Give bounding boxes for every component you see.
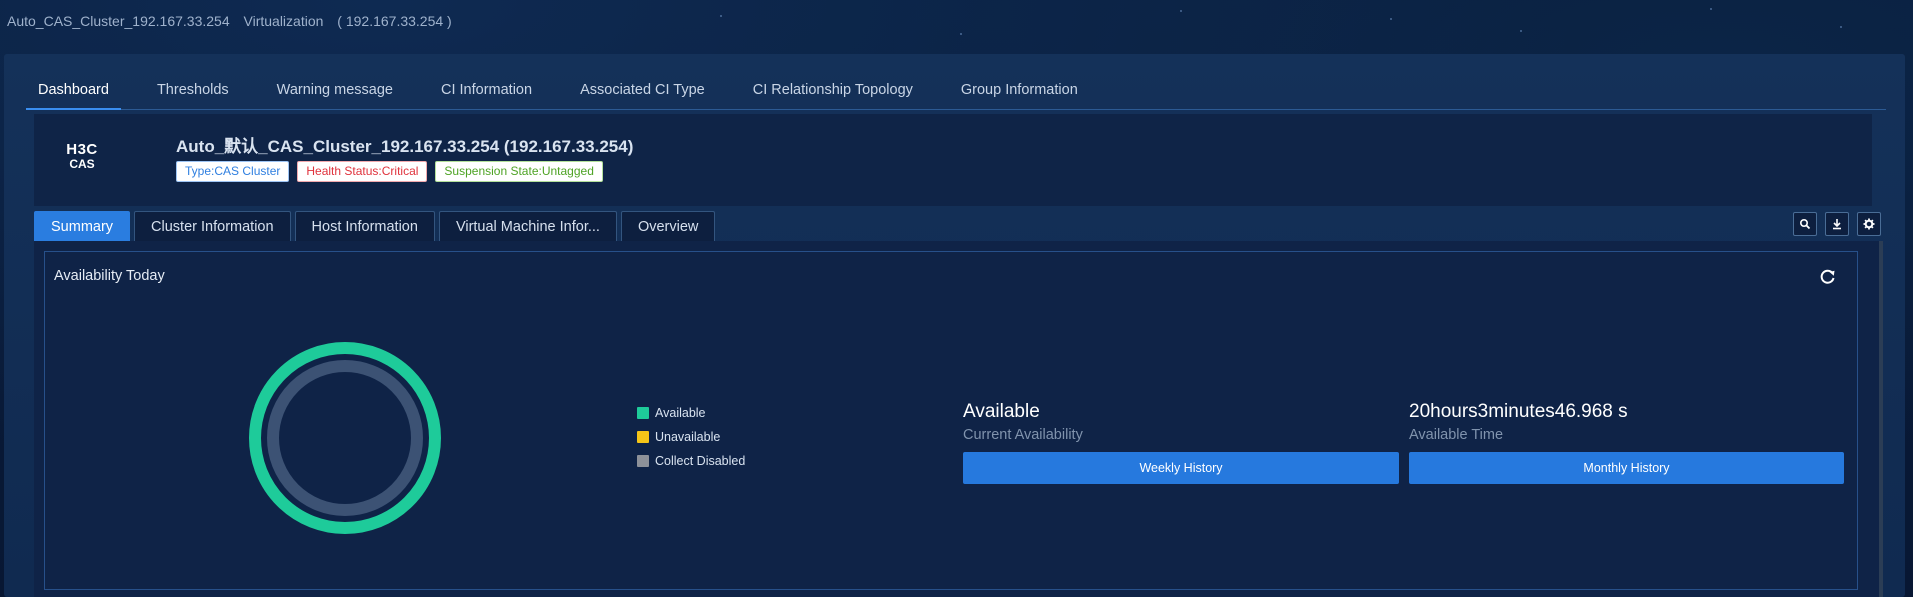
main-panel: Dashboard Thresholds Warning message CI … [4,54,1905,597]
gear-icon [1863,218,1875,230]
tab-ci-relationship-topology[interactable]: CI Relationship Topology [741,79,925,109]
available-time-label: Available Time [1409,427,1504,443]
window-title-category: Virtualization [243,13,324,29]
h3c-cas-logo: H3C CAS [56,142,108,176]
suspension-state-badge: Suspension State:Untagged [435,161,603,182]
availability-legend: Available Unavailable Collect Disabled [637,401,745,473]
legend-label-available: Available [655,406,706,420]
tab-dashboard[interactable]: Dashboard [26,79,121,110]
health-status-badge: Health Status:Critical [297,161,428,182]
available-time-stat: 20hours3minutes46.968 s Available Time [1409,401,1628,443]
main-tab-bar: Dashboard Thresholds Warning message CI … [26,79,1886,110]
ci-title: Auto_默认_CAS_Cluster_192.167.33.254 (192.… [176,137,634,156]
weekly-history-button[interactable]: Weekly History [963,452,1399,484]
search-button[interactable] [1793,212,1817,236]
legend-item-collect-disabled[interactable]: Collect Disabled [637,449,745,473]
subtab-host-information[interactable]: Host Information [294,211,435,242]
refresh-icon[interactable] [1819,268,1837,286]
donut-slice-available [249,342,441,534]
logo-line2: CAS [69,157,95,171]
window-title: Auto_CAS_Cluster_192.167.33.254 Virtuali… [7,13,462,29]
tab-associated-ci-type[interactable]: Associated CI Type [568,79,717,109]
tab-ci-information[interactable]: CI Information [429,79,544,109]
search-icon [1799,218,1811,230]
availability-donut-chart [249,342,441,534]
tab-group-information[interactable]: Group Information [949,79,1090,109]
ci-badges: Type:CAS Cluster Health Status:Critical … [176,161,603,182]
subtab-overview[interactable]: Overview [620,211,716,242]
current-availability-label: Current Availability [963,427,1083,443]
tab-thresholds[interactable]: Thresholds [145,79,241,109]
ci-header-card: H3C CAS Auto_默认_CAS_Cluster_192.167.33.2… [34,114,1872,206]
summary-content: Availability Today Available Unavailable [34,241,1883,597]
monthly-history-button[interactable]: Monthly History [1409,452,1844,484]
legend-label-unavailable: Unavailable [655,430,721,444]
legend-swatch-unavailable [637,431,649,443]
legend-swatch-collect-disabled [637,455,649,467]
availability-title: Availability Today [54,268,165,284]
legend-swatch-available [637,407,649,419]
download-button[interactable] [1825,212,1849,236]
sub-tab-bar: Summary Cluster Information Host Informa… [34,211,716,242]
subtab-virtual-machine-information[interactable]: Virtual Machine Infor... [438,211,617,242]
current-availability-stat: Available Current Availability [963,401,1083,443]
legend-label-collect-disabled: Collect Disabled [655,454,746,468]
legend-item-available[interactable]: Available [637,401,745,425]
download-icon [1833,219,1841,230]
toolbar [1793,212,1881,236]
window-title-ip: ( 192.167.33.254 ) [337,13,452,29]
available-time-value: 20hours3minutes46.968 s [1409,401,1628,422]
legend-item-unavailable[interactable]: Unavailable [637,425,745,449]
subtab-cluster-information[interactable]: Cluster Information [134,211,291,242]
subtab-summary[interactable]: Summary [34,211,131,242]
current-availability-value: Available [963,401,1040,422]
tab-warning-message[interactable]: Warning message [265,79,405,109]
logo-line1: H3C [66,141,98,158]
window-title-name: Auto_CAS_Cluster_192.167.33.254 [7,13,230,29]
type-badge: Type:CAS Cluster [176,161,290,182]
donut-inner-track [267,360,423,516]
settings-button[interactable] [1857,212,1881,236]
availability-today-panel: Availability Today Available Unavailable [44,251,1858,590]
